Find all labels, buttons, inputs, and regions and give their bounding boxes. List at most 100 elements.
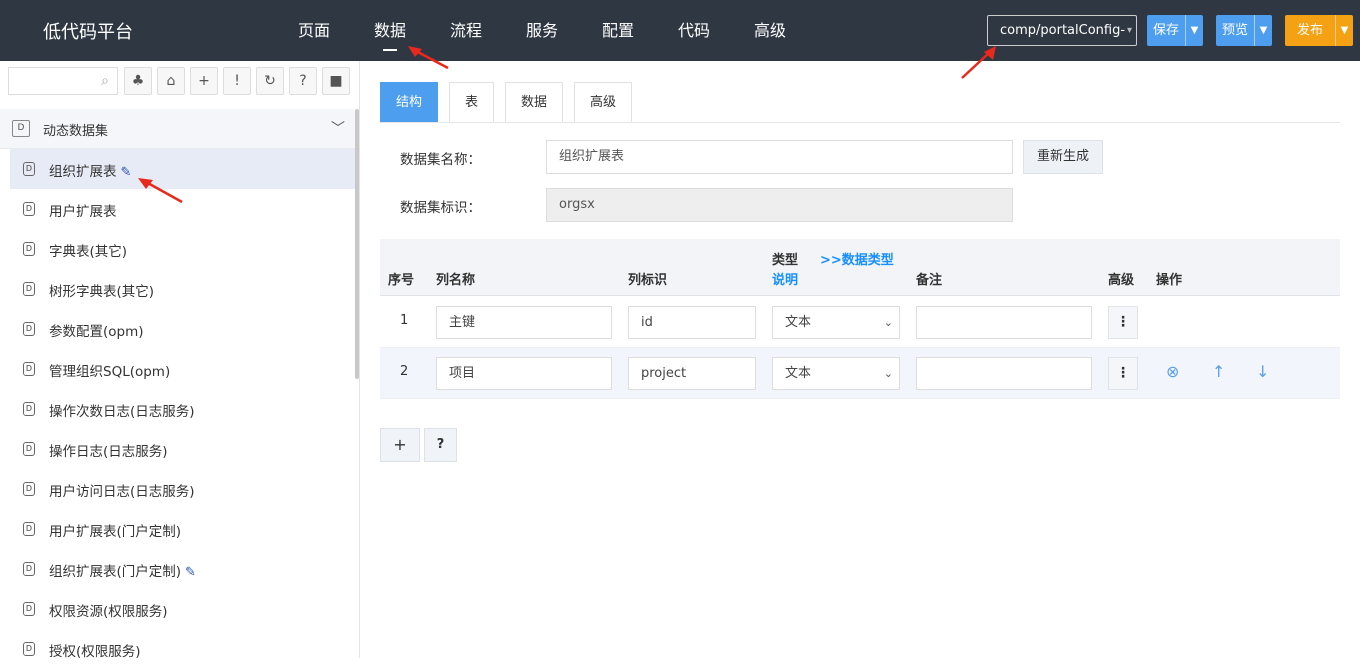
tree-item[interactable]: D 组织扩展表(门户定制) ✎ xyxy=(10,549,355,589)
tree-item-label: 操作次数日志(日志服务) xyxy=(49,404,195,420)
tree-item[interactable]: D 权限资源(权限服务) xyxy=(10,589,355,629)
message-icon[interactable]: ■ xyxy=(322,67,350,95)
tree-item[interactable]: D 字典表(其它) xyxy=(10,229,355,269)
move-up-icon[interactable]: ↑ xyxy=(1212,362,1225,381)
publish-button[interactable]: 发布 xyxy=(1285,15,1335,46)
column-id-input[interactable]: project xyxy=(628,357,756,390)
left-panel: ⌕ ♣ ⌂ + ! ↻ ? ■ D 动态数据集 ﹀ D 组织扩展表 ✎ D 用户扩展表… xyxy=(0,61,360,660)
file-icon: D xyxy=(23,362,35,376)
column-name-input[interactable]: 项目 xyxy=(436,357,612,390)
nav-item-flow[interactable]: 流程 xyxy=(428,0,504,61)
regenerate-button[interactable]: 重新生成 xyxy=(1023,140,1103,174)
preview-button[interactable]: 预览 xyxy=(1216,15,1254,46)
tree-item[interactable]: D 用户扩展表(门户定制) xyxy=(10,509,355,549)
column-name-input[interactable]: 主键 xyxy=(436,306,612,339)
tab-data[interactable]: 数据 xyxy=(505,82,564,122)
help-button[interactable]: ? xyxy=(424,428,457,462)
row-seq: 2 xyxy=(400,364,409,379)
tree-item[interactable]: D 树形字典表(其它) xyxy=(10,269,355,309)
publish-split-button[interactable]: 发布 ▼ xyxy=(1285,15,1354,46)
tree-item-label: 字典表(其它) xyxy=(49,244,128,260)
more-options-button[interactable]: ⋮ xyxy=(1108,306,1138,339)
header-remark: 备注 xyxy=(916,273,943,288)
preview-split-button[interactable]: 预览 ▼ xyxy=(1216,15,1273,46)
nav-item-data[interactable]: 数据 xyxy=(352,0,428,61)
save-dropdown-icon[interactable]: ▼ xyxy=(1185,15,1203,46)
column-id-input[interactable]: id xyxy=(628,306,756,339)
tree-search-input[interactable]: ⌕ xyxy=(8,67,118,95)
file-icon: D xyxy=(23,322,35,336)
tree-item-label: 组织扩展表(门户定制) xyxy=(49,564,182,580)
tree-item[interactable]: D 操作次数日志(日志服务) xyxy=(10,389,355,429)
dataset-group-header[interactable]: D 动态数据集 ﹀ xyxy=(0,109,355,149)
tab-advanced[interactable]: 高级 xyxy=(574,82,633,122)
column-type-value: 文本 xyxy=(785,315,812,330)
file-icon: D xyxy=(23,562,35,576)
columns-grid-header: 序号 列名称 列标识 类型 >>数据类型 说明 备注 高级 操作 xyxy=(380,239,1340,296)
tree-item[interactable]: D 操作日志(日志服务) xyxy=(10,429,355,469)
tree-item[interactable]: D 组织扩展表 ✎ xyxy=(10,149,355,189)
move-down-icon[interactable]: ↓ xyxy=(1256,362,1269,381)
type-desc-link[interactable]: 说明 xyxy=(772,269,798,288)
tree-item[interactable]: D 参数配置(opm) xyxy=(10,309,355,349)
tree-item-label: 参数配置(opm) xyxy=(49,324,144,340)
table-row: 2 项目 project 文本 ⌄ ⋮ ⊗ ↑ ↓ xyxy=(380,348,1340,399)
app-title: 低代码平台 xyxy=(43,22,133,43)
dataset-name-input[interactable]: 组织扩展表 xyxy=(546,140,1013,174)
header-col-name: 列名称 xyxy=(436,273,476,288)
save-split-button[interactable]: 保存 ▼ xyxy=(1147,15,1204,46)
preview-dropdown-icon[interactable]: ▼ xyxy=(1254,15,1272,46)
pencil-icon[interactable]: ✎ xyxy=(121,165,132,180)
header-col-id: 列标识 xyxy=(628,273,668,288)
file-icon: D xyxy=(23,602,35,616)
tab-table[interactable]: 表 xyxy=(449,82,495,122)
exclamation-icon[interactable]: ! xyxy=(223,67,251,95)
header-type: 类型 xyxy=(772,253,799,268)
column-type-select[interactable]: 文本 ⌄ xyxy=(772,306,900,339)
tree-item-label: 授权(权限服务) xyxy=(49,644,141,660)
file-icon: D xyxy=(23,242,35,256)
nav-item-service[interactable]: 服务 xyxy=(504,0,580,61)
column-type-select[interactable]: 文本 ⌄ xyxy=(772,357,900,390)
nav-item-advanced[interactable]: 高级 xyxy=(732,0,808,61)
tree-item[interactable]: D 用户扩展表 xyxy=(10,189,355,229)
chevron-down-icon: ⌄ xyxy=(883,367,893,380)
nav-item-page[interactable]: 页面 xyxy=(276,0,352,61)
add-column-button[interactable]: + xyxy=(380,428,420,462)
file-icon: D xyxy=(23,402,35,416)
tree-item[interactable]: D 管理组织SQL(opm) xyxy=(10,349,355,389)
column-remark-input[interactable] xyxy=(916,357,1092,390)
chevron-down-icon[interactable]: ﹀ xyxy=(331,118,345,138)
tree-item[interactable]: D 用户访问日志(日志服务) xyxy=(10,469,355,509)
sidebar-scrollbar[interactable] xyxy=(355,109,359,379)
tab-structure[interactable]: 结构 xyxy=(380,82,439,122)
nav-item-config[interactable]: 配置 xyxy=(580,0,656,61)
project-select-value: comp/portalConfig- xyxy=(1000,23,1126,38)
header-advanced: 高级 xyxy=(1108,273,1135,288)
chevron-down-icon: ▾ xyxy=(1126,25,1132,36)
pencil-icon[interactable]: ✎ xyxy=(185,565,196,580)
publish-dropdown-icon[interactable]: ▼ xyxy=(1335,15,1353,46)
refresh-icon[interactable]: ↻ xyxy=(256,67,284,95)
tag-icon[interactable]: ⌂ xyxy=(157,67,185,95)
file-icon: D xyxy=(23,282,35,296)
tree-icon[interactable]: ♣ xyxy=(124,67,152,95)
tree-item[interactable]: D 授权(权限服务) xyxy=(10,629,355,669)
file-icon: D xyxy=(23,442,35,456)
delete-row-icon[interactable]: ⊗ xyxy=(1166,362,1179,381)
plus-icon[interactable]: + xyxy=(190,67,218,95)
main-nav: 页面 数据 流程 服务 配置 代码 高级 xyxy=(276,0,808,61)
tree-item-label: 操作日志(日志服务) xyxy=(49,444,168,460)
help-icon[interactable]: ? xyxy=(289,67,317,95)
tree-item-label: 管理组织SQL(opm) xyxy=(49,364,171,380)
data-type-link[interactable]: >>数据类型 xyxy=(820,249,894,268)
nav-item-code[interactable]: 代码 xyxy=(656,0,732,61)
tree-item-label: 权限资源(权限服务) xyxy=(49,604,168,620)
search-icon[interactable]: ⌕ xyxy=(101,73,109,89)
row-seq: 1 xyxy=(400,313,409,328)
column-remark-input[interactable] xyxy=(916,306,1092,339)
save-button[interactable]: 保存 xyxy=(1147,15,1185,46)
dataset-tree: D 组织扩展表 ✎ D 用户扩展表 D 字典表(其它) D 树形字典表(其它) D 参数配置… xyxy=(10,149,355,669)
project-select[interactable]: comp/portalConfig- ▾ xyxy=(987,15,1137,46)
more-options-button[interactable]: ⋮ xyxy=(1108,357,1138,390)
